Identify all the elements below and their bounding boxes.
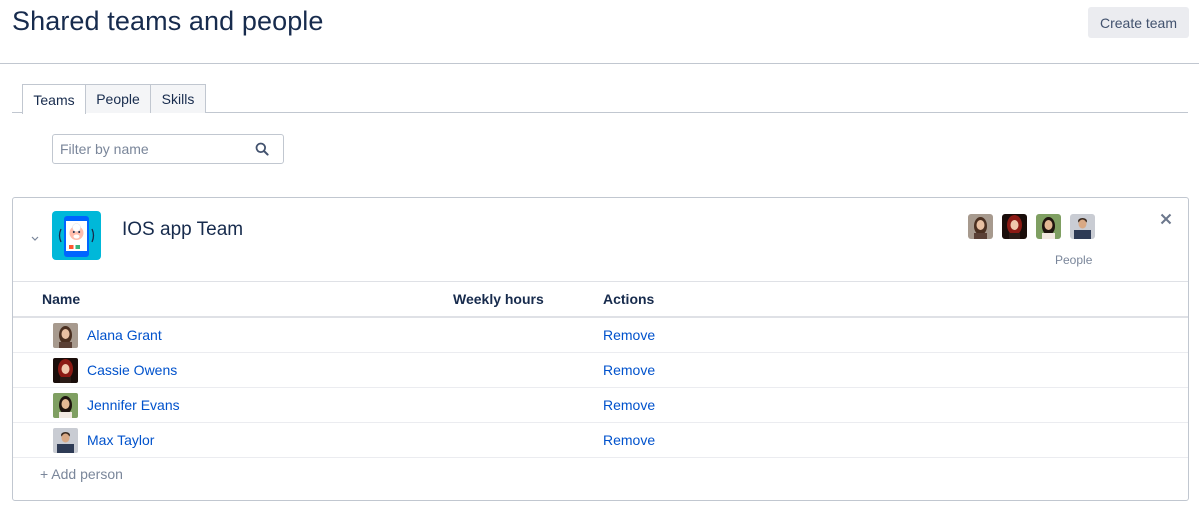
create-team-button[interactable]: Create team (1088, 7, 1189, 38)
close-icon[interactable] (1160, 212, 1172, 225)
member-name-link[interactable]: Jennifer Evans (87, 397, 180, 413)
filter-field (52, 134, 284, 164)
member-name-link[interactable]: Cassie Owens (87, 362, 177, 378)
column-header-name: Name (42, 291, 81, 307)
avatar (53, 428, 78, 453)
search-icon[interactable] (255, 141, 271, 157)
member-name-link[interactable]: Alana Grant (87, 327, 162, 343)
team-name[interactable]: IOS app Team (122, 219, 243, 241)
remove-member-link[interactable]: Remove (603, 362, 655, 378)
table-row: Alana Grant Remove (13, 318, 1188, 353)
avatar (53, 358, 78, 383)
avatar[interactable] (968, 214, 993, 239)
chevron-down-icon[interactable] (29, 231, 41, 243)
column-header-weekly-hours: Weekly hours (453, 291, 544, 307)
tab-bar: Teams People Skills (12, 84, 1188, 114)
avatar[interactable] (1036, 214, 1061, 239)
filter-input[interactable] (58, 135, 255, 163)
avatar (53, 393, 78, 418)
tab-teams[interactable]: Teams (22, 84, 86, 114)
add-person-button[interactable]: + Add person (40, 466, 123, 482)
column-header-actions: Actions (603, 291, 655, 307)
team-header: IOS app Team People (13, 198, 1188, 282)
avatar (53, 323, 78, 348)
team-app-icon (52, 211, 101, 260)
table-row: Jennifer Evans Remove (13, 388, 1188, 423)
member-name-link[interactable]: Max Taylor (87, 432, 154, 448)
avatar[interactable] (1070, 214, 1095, 239)
remove-member-link[interactable]: Remove (603, 397, 655, 413)
team-member-avatars (968, 214, 1095, 239)
remove-member-link[interactable]: Remove (603, 327, 655, 343)
team-card: IOS app Team People Name Weekly hours Ac… (12, 197, 1189, 501)
people-caption: People (1055, 253, 1093, 267)
header-divider (0, 63, 1199, 64)
avatar[interactable] (1002, 214, 1027, 239)
table-row: Cassie Owens Remove (13, 353, 1188, 388)
tab-skills[interactable]: Skills (150, 84, 206, 113)
table-row: Max Taylor Remove (13, 423, 1188, 458)
remove-member-link[interactable]: Remove (603, 432, 655, 448)
page-title: Shared teams and people (12, 6, 324, 36)
tab-people[interactable]: People (85, 84, 151, 113)
